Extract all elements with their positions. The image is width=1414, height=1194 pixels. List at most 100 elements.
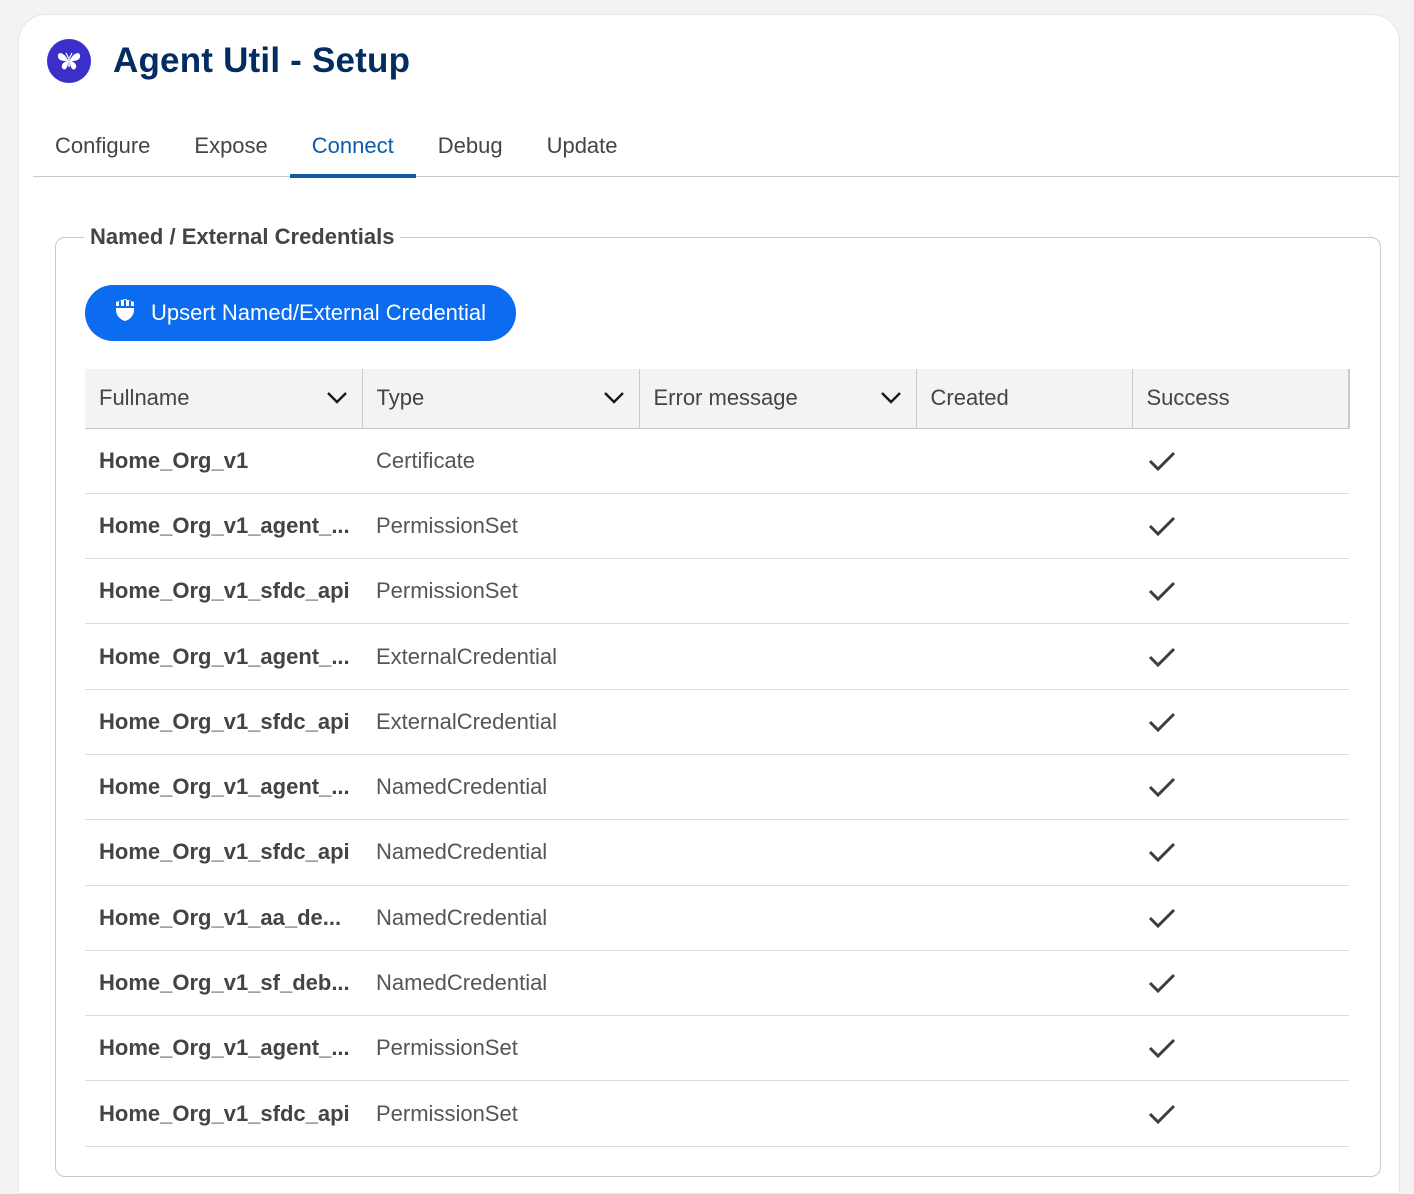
checkmark-icon bbox=[1146, 776, 1335, 798]
cell-error-message bbox=[639, 559, 916, 624]
tab-configure[interactable]: Configure bbox=[33, 115, 172, 177]
checkmark-icon bbox=[1146, 711, 1335, 733]
tab-debug[interactable]: Debug bbox=[416, 115, 525, 177]
checkmark-icon bbox=[1146, 515, 1335, 537]
checkmark-icon bbox=[1146, 907, 1335, 929]
table-row: Home_Org_v1_sfdc_api ExternalCredential bbox=[85, 689, 1349, 755]
cell-fullname: Home_Org_v1_sfdc_api bbox=[99, 1100, 350, 1126]
cell-error-message bbox=[639, 428, 916, 493]
checkmark-icon bbox=[1146, 972, 1335, 994]
cell-error-message bbox=[639, 950, 916, 1015]
cell-error-message bbox=[639, 624, 916, 689]
credentials-table-wrapper: Fullname Type Error message Created Succ… bbox=[85, 369, 1350, 1147]
cell-fullname: Home_Org_v1_sfdc_api bbox=[99, 839, 350, 865]
tab-connect[interactable]: Connect bbox=[289, 115, 416, 178]
section-title: Named / External Credentials bbox=[84, 224, 401, 250]
table-row: Home_Org_v1_aa_de... NamedCredential bbox=[85, 885, 1349, 951]
cell-type: NamedCredential bbox=[376, 904, 548, 930]
cell-created bbox=[916, 950, 1132, 1015]
chevron-down-icon[interactable] bbox=[326, 385, 348, 411]
chevron-down-icon[interactable] bbox=[880, 385, 902, 411]
cell-fullname: Home_Org_v1_agent_... bbox=[99, 774, 350, 800]
cell-success bbox=[1132, 624, 1349, 689]
butterfly-icon bbox=[47, 39, 91, 83]
upsert-credential-button[interactable]: Upsert Named/External Credential bbox=[85, 285, 517, 341]
main-card: Agent Util - Setup Configure Expose Conn… bbox=[18, 14, 1400, 1194]
cell-success bbox=[1132, 885, 1349, 950]
table-row: Home_Org_v1_agent_... PermissionSet bbox=[85, 1016, 1349, 1081]
column-header-type[interactable]: Type bbox=[362, 369, 640, 429]
shield-icon bbox=[113, 298, 137, 328]
cell-type: PermissionSet bbox=[376, 1035, 518, 1061]
cell-created bbox=[916, 559, 1132, 624]
table-row: Home_Org_v1_sfdc_api PermissionSet bbox=[85, 559, 1349, 624]
table-header-row: Fullname Type Error message Created Succ… bbox=[85, 369, 1350, 429]
cell-success bbox=[1132, 754, 1349, 819]
cell-error-message bbox=[639, 1081, 916, 1146]
table-row: Home_Org_v1_agent_... ExternalCredential bbox=[85, 624, 1349, 690]
credentials-section: Named / External Credentials Upsert Name… bbox=[55, 224, 1381, 1177]
tab-update[interactable]: Update bbox=[525, 115, 640, 177]
chevron-down-icon[interactable] bbox=[603, 385, 625, 411]
column-header-error-message[interactable]: Error message bbox=[639, 369, 917, 429]
cell-fullname: Home_Org_v1_agent_... bbox=[99, 1035, 350, 1061]
cell-success bbox=[1132, 493, 1349, 558]
cell-error-message bbox=[639, 689, 916, 754]
cell-created bbox=[916, 754, 1132, 819]
cell-created bbox=[916, 885, 1132, 950]
cell-success bbox=[1132, 689, 1349, 754]
cell-success bbox=[1132, 950, 1349, 1015]
cell-type: ExternalCredential bbox=[376, 643, 557, 669]
cell-created bbox=[916, 1016, 1132, 1081]
cell-created bbox=[916, 493, 1132, 558]
cell-error-message bbox=[639, 885, 916, 950]
cell-type: PermissionSet bbox=[376, 1100, 518, 1126]
cell-success bbox=[1132, 559, 1349, 624]
cell-success bbox=[1132, 1081, 1349, 1146]
cell-fullname: Home_Org_v1_sf_deb... bbox=[99, 970, 350, 996]
tab-bar: Configure Expose Connect Debug Update bbox=[33, 115, 1399, 178]
cell-type: PermissionSet bbox=[376, 512, 518, 538]
cell-created bbox=[916, 689, 1132, 754]
cell-error-message bbox=[639, 1016, 916, 1081]
cell-type: PermissionSet bbox=[376, 578, 518, 604]
cell-fullname: Home_Org_v1_agent_... bbox=[99, 643, 350, 669]
upsert-button-label: Upsert Named/External Credential bbox=[151, 300, 487, 325]
page-title: Agent Util - Setup bbox=[113, 41, 411, 80]
checkmark-icon bbox=[1146, 841, 1335, 863]
cell-fullname: Home_Org_v1_aa_de... bbox=[99, 904, 342, 930]
cell-success bbox=[1132, 1016, 1349, 1081]
cell-type: NamedCredential bbox=[376, 839, 548, 865]
checkmark-icon bbox=[1146, 1037, 1335, 1059]
column-header-fullname[interactable]: Fullname bbox=[85, 369, 363, 429]
credentials-table: Fullname Type Error message Created Succ… bbox=[85, 369, 1350, 1147]
tab-expose[interactable]: Expose bbox=[172, 115, 289, 177]
cell-error-message bbox=[639, 820, 916, 885]
checkmark-icon bbox=[1146, 450, 1335, 472]
cell-success bbox=[1132, 820, 1349, 885]
cell-created bbox=[916, 1081, 1132, 1146]
cell-created bbox=[916, 428, 1132, 493]
checkmark-icon bbox=[1146, 646, 1335, 668]
cell-fullname: Home_Org_v1_sfdc_api bbox=[99, 708, 350, 734]
cell-fullname: Home_Org_v1_sfdc_api bbox=[99, 578, 350, 604]
cell-error-message bbox=[639, 754, 916, 819]
table-row: Home_Org_v1 Certificate bbox=[85, 428, 1349, 494]
page-header: Agent Util - Setup bbox=[47, 39, 410, 83]
cell-type: NamedCredential bbox=[376, 774, 548, 800]
cell-error-message bbox=[639, 493, 916, 558]
table-row: Home_Org_v1_agent_... NamedCredential bbox=[85, 754, 1349, 820]
checkmark-icon bbox=[1146, 580, 1335, 602]
cell-success bbox=[1132, 428, 1349, 493]
column-header-success: Success bbox=[1132, 369, 1350, 429]
cell-fullname: Home_Org_v1 bbox=[99, 447, 249, 473]
cell-created bbox=[916, 624, 1132, 689]
table-row: Home_Org_v1_sfdc_api PermissionSet bbox=[85, 1081, 1349, 1147]
cell-type: NamedCredential bbox=[376, 970, 548, 996]
column-header-created: Created bbox=[916, 369, 1133, 429]
table-row: Home_Org_v1_sfdc_api NamedCredential bbox=[85, 820, 1349, 886]
cell-type: ExternalCredential bbox=[376, 708, 557, 734]
cell-type: Certificate bbox=[376, 447, 476, 473]
cell-created bbox=[916, 820, 1132, 885]
checkmark-icon bbox=[1146, 1103, 1335, 1125]
